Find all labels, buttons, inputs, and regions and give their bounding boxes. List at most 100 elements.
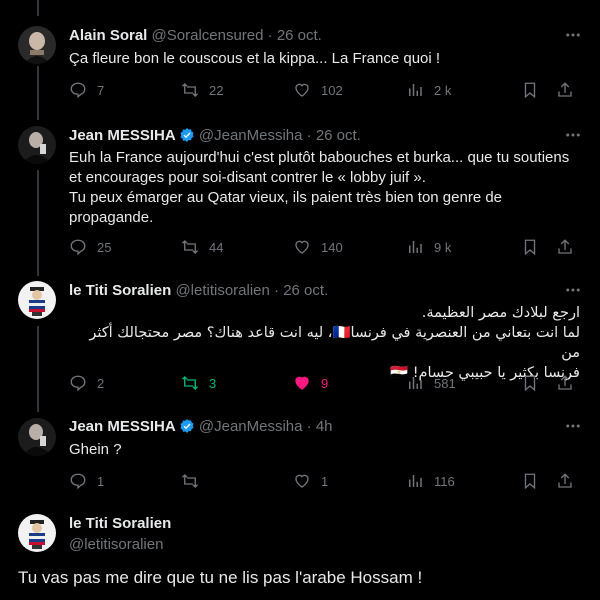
verified-icon (179, 418, 195, 439)
bookmark-button[interactable] (521, 238, 549, 256)
avatar[interactable] (18, 26, 56, 64)
verified-icon (179, 127, 195, 148)
retweet-count: 22 (209, 82, 224, 98)
like-button[interactable]: 140 (293, 238, 343, 256)
author-name[interactable]: Alain Soral (69, 27, 147, 44)
share-icon (558, 239, 572, 254)
retweet-button[interactable]: 22 (181, 81, 223, 99)
avatar[interactable] (18, 281, 56, 319)
retweet-icon (182, 240, 198, 254)
tweet[interactable]: Alain Soral @Soralcensured · 26 oct. Ça … (0, 0, 600, 110)
author-handle[interactable]: @JeanMessiha (199, 418, 303, 435)
tweet-header: Alain Soral @Soralcensured · 26 oct. (69, 27, 322, 45)
tweet-actions: 25 44 140 9 k (69, 238, 582, 258)
like-count: 140 (321, 239, 343, 255)
author-name[interactable]: Jean MESSIHA (69, 418, 176, 435)
author-handle[interactable]: @Soralcensured (152, 27, 264, 44)
reply-count: 1 (97, 473, 105, 489)
reply-icon (70, 239, 86, 256)
author-handle[interactable]: @letitisoralien (69, 536, 171, 554)
reply-icon (70, 375, 86, 392)
share-button[interactable] (556, 238, 584, 256)
tweet[interactable]: le Titi Soralien @letitisoralien · 26 oc… (0, 265, 600, 400)
views-count: 2 k (434, 82, 452, 98)
share-icon (558, 473, 572, 488)
reply-button[interactable]: 7 (69, 81, 104, 99)
tweet-text: ارجع لبلادك مصر العظيمة. لما انت بتعاني … (69, 303, 580, 383)
focused-tweet[interactable]: le Titi Soralien @letitisoralien Tu vas … (0, 500, 600, 600)
bookmark-button[interactable] (521, 472, 549, 490)
tweet-text-line: propagande. (69, 209, 154, 226)
like-button[interactable]: 102 (293, 81, 343, 99)
bookmark-button[interactable] (521, 81, 549, 99)
author-name[interactable]: le Titi Soralien (69, 515, 171, 533)
bookmark-icon (524, 473, 536, 490)
author-name[interactable]: le Titi Soralien (69, 282, 171, 299)
more-icon[interactable] (564, 417, 582, 440)
share-icon (558, 82, 572, 97)
tweet-text-line: et encourages pour soi-disant contrer le… (69, 169, 426, 186)
share-button[interactable] (556, 472, 584, 490)
retweet-button[interactable]: 44 (181, 238, 223, 256)
more-icon[interactable] (564, 26, 582, 49)
views-button[interactable]: 581 (406, 374, 456, 392)
tweet-text-line: Tu peux émarger au Qatar vieux, ils paie… (69, 189, 503, 206)
retweet-icon (182, 376, 198, 390)
more-icon[interactable] (564, 281, 582, 304)
like-icon (295, 240, 309, 254)
tweet-date[interactable]: · 26 oct. (268, 27, 322, 44)
views-count: 9 k (434, 239, 452, 255)
retweet-count: 3 (209, 375, 217, 391)
tweet-actions: 1 1 116 (69, 472, 582, 492)
tweet-header: le Titi Soralien @letitisoralien (69, 515, 171, 554)
reply-button[interactable]: 1 (69, 472, 104, 490)
views-count: 581 (434, 375, 456, 391)
tweet-text: Ghein ? (69, 441, 122, 458)
like-button[interactable]: 1 (293, 472, 328, 490)
reply-count: 2 (97, 375, 105, 391)
views-button[interactable]: 116 (406, 472, 455, 490)
retweet-count: 44 (209, 239, 224, 255)
bookmark-button[interactable] (521, 374, 549, 392)
retweet-icon (182, 474, 198, 488)
tweet-header: Jean MESSIHA @JeanMessiha · 26 oct. (69, 127, 361, 148)
reply-icon (70, 473, 86, 490)
retweet-button[interactable]: 3 (181, 374, 216, 392)
tweet[interactable]: Jean MESSIHA @JeanMessiha · 4h Ghein ? 1… (0, 400, 600, 500)
views-icon (409, 377, 422, 389)
tweet-date[interactable]: · 26 oct. (274, 282, 328, 299)
views-icon (409, 241, 422, 253)
more-icon[interactable] (564, 126, 582, 149)
avatar[interactable] (18, 126, 56, 164)
share-button[interactable] (556, 374, 584, 392)
tweet-date[interactable]: · 26 oct. (307, 127, 361, 144)
like-count: 102 (321, 82, 343, 98)
bookmark-icon (524, 375, 536, 392)
bookmark-icon (524, 82, 536, 99)
reply-button[interactable]: 25 (69, 238, 111, 256)
like-count: 9 (321, 375, 329, 391)
retweet-button[interactable] (181, 472, 209, 490)
tweet[interactable]: Jean MESSIHA @JeanMessiha · 26 oct. Euh … (0, 110, 600, 265)
avatar[interactable] (18, 418, 56, 456)
tweet-text: Ça fleure bon le couscous et la kippa...… (69, 50, 441, 67)
avatar[interactable] (18, 514, 56, 552)
like-icon (295, 474, 309, 488)
views-button[interactable]: 9 k (406, 238, 451, 256)
tweet-text-line: Euh la France aujourd'hui c'est plutôt b… (69, 149, 570, 166)
tweet-text: Tu vas pas me dire que tu ne lis pas l'a… (18, 568, 423, 587)
author-name[interactable]: Jean MESSIHA (69, 127, 176, 144)
share-icon (558, 375, 572, 390)
reply-button[interactable]: 2 (69, 374, 104, 392)
like-icon (295, 376, 309, 390)
like-count: 1 (321, 473, 329, 489)
author-handle[interactable]: @JeanMessiha (199, 127, 303, 144)
share-button[interactable] (556, 81, 584, 99)
views-icon (409, 475, 422, 487)
like-button[interactable]: 9 (293, 374, 328, 392)
author-handle[interactable]: @letitisoralien (175, 282, 269, 299)
tweet-date[interactable]: · 4h (307, 418, 333, 435)
reply-icon (70, 82, 86, 99)
views-button[interactable]: 2 k (406, 81, 451, 99)
reply-count: 7 (97, 82, 105, 98)
